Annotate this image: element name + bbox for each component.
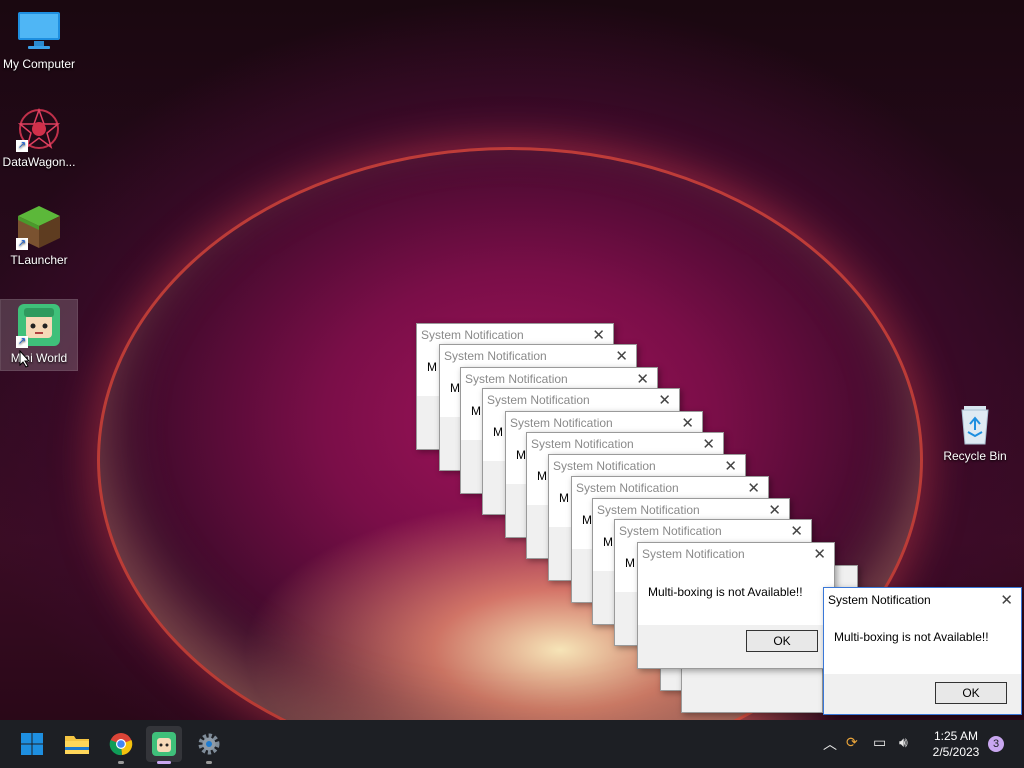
dialog-title: System Notification	[465, 372, 568, 386]
chrome-icon	[109, 733, 133, 756]
dialog-message: M	[537, 469, 547, 483]
close-icon[interactable]: ✕	[702, 435, 715, 453]
dialog-title: System Notification	[619, 524, 722, 538]
notification-badge[interactable]: 3	[988, 736, 1004, 752]
clock[interactable]: 1:25 AM 2/5/2023	[926, 728, 986, 760]
dialog-title: System Notification	[576, 481, 679, 495]
settings-button[interactable]	[191, 726, 227, 764]
datawagon-icon: ↗	[16, 106, 62, 152]
close-icon[interactable]: ✕	[636, 370, 649, 388]
close-icon[interactable]: ✕	[813, 545, 826, 563]
close-icon[interactable]: ✕	[724, 457, 737, 475]
desktop-icon-label: TLauncher	[10, 253, 68, 267]
close-icon[interactable]: ✕	[790, 522, 803, 540]
dialog-message: M	[582, 513, 592, 527]
network-icon[interactable]: ▭	[873, 734, 886, 751]
dialog-message: Multi-boxing is not Available!!	[834, 630, 989, 644]
grass-block-icon: ↗	[16, 204, 62, 250]
dialog-title: System Notification	[487, 393, 590, 407]
desktop-icon-label: Recycle Bin	[943, 449, 1007, 463]
shortcut-arrow-icon: ↗	[16, 238, 28, 250]
chrome-button[interactable]	[103, 726, 139, 764]
dialog-title: System Notification	[597, 503, 700, 517]
close-icon[interactable]: ✕	[1000, 591, 1013, 609]
clock-date: 2/5/2023	[932, 745, 980, 759]
close-icon[interactable]: ✕	[681, 414, 694, 432]
shortcut-arrow-icon: ↗	[16, 140, 28, 152]
running-indicator	[118, 761, 124, 764]
desktop-icon-mini-world[interactable]: ↗ Mini World	[0, 299, 78, 371]
dialog-title: System Notification	[510, 416, 613, 430]
active-indicator	[157, 761, 171, 764]
folder-icon	[65, 736, 89, 754]
dialog-message: Multi-boxing is not Available!!	[648, 585, 803, 599]
mini-world-taskbar-button[interactable]	[146, 726, 182, 764]
desktop-icon-label: My Computer	[2, 57, 76, 71]
dialog-message: M	[625, 556, 635, 570]
desktop-icon-recycle-bin[interactable]: Recycle Bin	[937, 400, 1013, 463]
start-button[interactable]	[14, 726, 50, 762]
dialog-title: System Notification	[531, 437, 634, 451]
sync-icon[interactable]: ⟳	[846, 734, 858, 751]
close-icon[interactable]: ✕	[768, 501, 781, 519]
dialog-message: M	[450, 381, 460, 395]
chevron-up-icon[interactable]: ︿	[823, 734, 837, 754]
dialog-message: M	[427, 360, 437, 374]
desktop: My Computer ↗ DataWagon... ↗ TLauncher ↗…	[0, 0, 1024, 720]
notification-dialog[interactable]: System Notification ✕ Multi-boxing is not…	[637, 542, 835, 669]
dialog-title: System Notification	[642, 547, 745, 561]
ok-button[interactable]: OK	[935, 682, 1007, 704]
dialog-title: System Notification	[444, 349, 547, 363]
notification-dialog-active[interactable]: System Notification ✕ Multi-boxing is not…	[823, 587, 1022, 715]
windows-logo-icon	[21, 733, 43, 755]
clock-time: 1:25 AM	[933, 729, 979, 743]
dialog-message: M	[493, 425, 503, 439]
close-icon[interactable]: ✕	[747, 479, 760, 497]
volume-icon[interactable]: 🔊︎	[899, 734, 908, 751]
desktop-icon-datawagon[interactable]: ↗ DataWagon...	[1, 106, 77, 169]
gear-icon	[198, 733, 220, 755]
close-icon[interactable]: ✕	[615, 347, 628, 365]
recycle-bin-icon	[952, 400, 998, 446]
dialog-title: System Notification	[421, 328, 524, 342]
ok-button[interactable]: OK	[746, 630, 818, 652]
mouse-cursor-icon	[19, 350, 31, 368]
desktop-icon-my-computer[interactable]: My Computer	[1, 8, 77, 71]
dialog-title: System Notification	[828, 593, 931, 607]
monitor-icon	[16, 8, 62, 54]
mini-world-icon	[152, 732, 176, 756]
shortcut-arrow-icon: ↗	[16, 336, 28, 348]
file-explorer-button[interactable]	[59, 726, 95, 762]
close-icon[interactable]: ✕	[658, 391, 671, 409]
mini-world-icon: ↗	[16, 302, 62, 348]
dialog-title: System Notification	[553, 459, 656, 473]
dialog-message: M	[559, 491, 569, 505]
dialog-message: M	[603, 535, 613, 549]
dialog-message: M	[471, 404, 481, 418]
running-indicator	[206, 761, 212, 764]
dialog-message: M	[516, 448, 526, 462]
close-icon[interactable]: ✕	[592, 326, 605, 344]
desktop-icon-label: DataWagon...	[2, 155, 76, 169]
taskbar: ︿ ⟳ ▭ 🔊︎ 1:25 AM 2/5/2023 3	[0, 720, 1024, 768]
desktop-icon-tlauncher[interactable]: ↗ TLauncher	[1, 204, 77, 267]
